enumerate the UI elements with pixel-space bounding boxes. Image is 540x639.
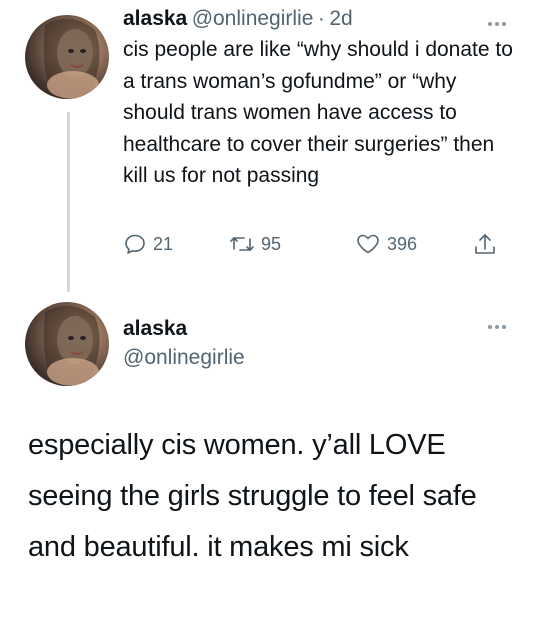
separator: ·	[318, 7, 325, 30]
avatar[interactable]	[25, 302, 109, 386]
heart-icon	[355, 232, 381, 256]
retweet-icon	[229, 232, 255, 256]
display-name[interactable]: alaska	[123, 7, 187, 30]
reply-count: 21	[153, 234, 173, 255]
like-count: 396	[387, 234, 417, 255]
share-icon	[473, 232, 497, 258]
profile-photo	[25, 302, 109, 386]
retweet-count: 95	[261, 234, 281, 255]
handle[interactable]: @onlinegirlie	[192, 7, 314, 30]
reply-button[interactable]: 21	[123, 232, 173, 256]
thread-line	[67, 112, 70, 292]
tweet-text: especially cis women. y’all LOVE seeing …	[28, 420, 523, 573]
like-button[interactable]: 396	[355, 232, 417, 256]
avatar[interactable]	[25, 15, 109, 99]
display-name[interactable]: alaska	[123, 314, 187, 344]
tweet-text: cis people are like “why should i donate…	[123, 34, 518, 192]
share-button[interactable]	[473, 232, 497, 258]
tweet-header: alaska @onlinegirlie · 2d	[123, 4, 353, 36]
handle[interactable]: @onlinegirlie	[123, 343, 245, 373]
more-icon[interactable]	[488, 22, 506, 26]
reply-icon	[123, 232, 147, 256]
profile-photo	[25, 15, 109, 99]
timestamp[interactable]: 2d	[329, 7, 352, 30]
retweet-button[interactable]: 95	[229, 232, 281, 256]
tweet-actions: 21 95 396	[123, 232, 508, 266]
more-icon[interactable]	[488, 325, 506, 329]
